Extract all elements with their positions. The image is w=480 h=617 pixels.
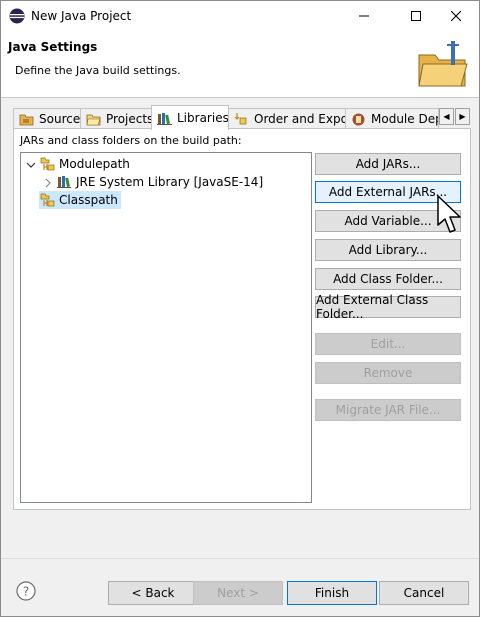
libraries-panel: JARs and class folders on the build path… [13,128,471,510]
tab-libraries[interactable]: Libraries [151,105,229,130]
projects-folder-icon [86,112,101,127]
add-external-class-folder-button[interactable]: Add External Class Folder... [315,293,461,321]
remove-button[interactable]: Remove [315,362,461,384]
migrate-jar-file-button[interactable]: Migrate JAR File... [315,399,461,421]
tab-scroll-right-button[interactable]: ▶ [455,108,470,125]
chevron-down-icon[interactable] [26,159,36,169]
mouse-pointer-icon [437,195,463,235]
minimize-button[interactable] [341,1,387,31]
tab-libraries-label: Libraries [177,111,229,125]
wizard-banner: Java Settings Define the Java build sett… [1,31,479,98]
order-export-icon [234,112,249,127]
edit-button[interactable]: Edit... [315,333,461,355]
chevron-left-icon: ◀ [443,112,450,121]
tree-node-modulepath[interactable]: Modulepath [26,155,130,173]
tab-projects[interactable]: Projects [80,108,152,129]
chevron-right-icon[interactable] [43,177,53,188]
page-title: Java Settings [8,40,98,54]
new-project-folder-icon [415,37,471,93]
tab-module-dependencies[interactable]: Module Dep [345,108,439,129]
tab-projects-label: Projects [106,112,152,126]
build-path-tree[interactable]: Modulepath JRE System Library [JavaSE-14… [20,152,312,503]
new-java-project-dialog: New Java Project Java Settings Define th… [0,0,480,617]
add-jars-button[interactable]: Add JARs... [315,153,461,175]
cancel-button[interactable]: Cancel [379,581,469,605]
source-folder-icon [19,112,34,127]
add-class-folder-button[interactable]: Add Class Folder... [315,268,461,290]
tab-strip: Source Projects Libraries Order and Expo… [13,105,471,130]
title-bar: New Java Project [1,1,479,31]
back-button[interactable]: < Back [108,581,198,605]
tab-source-label: Source [39,112,81,126]
svg-text:?: ? [23,585,29,599]
tab-order-export-label: Order and Export [254,112,345,126]
eclipse-icon [9,8,25,24]
tree-node-label: JRE System Library [JavaSE-14] [76,175,264,189]
libraries-icon [157,111,172,126]
footer-divider [1,558,479,559]
module-icon [351,112,366,127]
chevron-right-icon: ▶ [459,112,466,121]
finish-button[interactable]: Finish [287,581,377,605]
tree-node-jre-library[interactable]: JRE System Library [JavaSE-14] [43,173,263,191]
classpath-icon [39,156,55,172]
tree-node-classpath[interactable]: Classpath [39,191,121,209]
next-button[interactable]: Next > [193,581,283,605]
page-description: Define the Java build settings. [15,64,181,77]
tree-node-label: Modulepath [59,157,130,171]
classpath-icon [39,192,55,208]
library-icon [56,174,72,190]
add-library-button[interactable]: Add Library... [315,239,461,261]
help-icon[interactable]: ? [16,581,36,601]
close-button[interactable] [433,1,479,31]
tree-node-label: Classpath [59,193,118,207]
tab-order-export[interactable]: Order and Export [228,108,346,129]
tab-module-dependencies-label: Module Dep [371,112,439,126]
tab-scroll-left-button[interactable]: ◀ [439,108,454,125]
tab-source[interactable]: Source [13,108,81,129]
window-title: New Java Project [31,9,132,23]
build-path-label: JARs and class folders on the build path… [20,134,242,147]
